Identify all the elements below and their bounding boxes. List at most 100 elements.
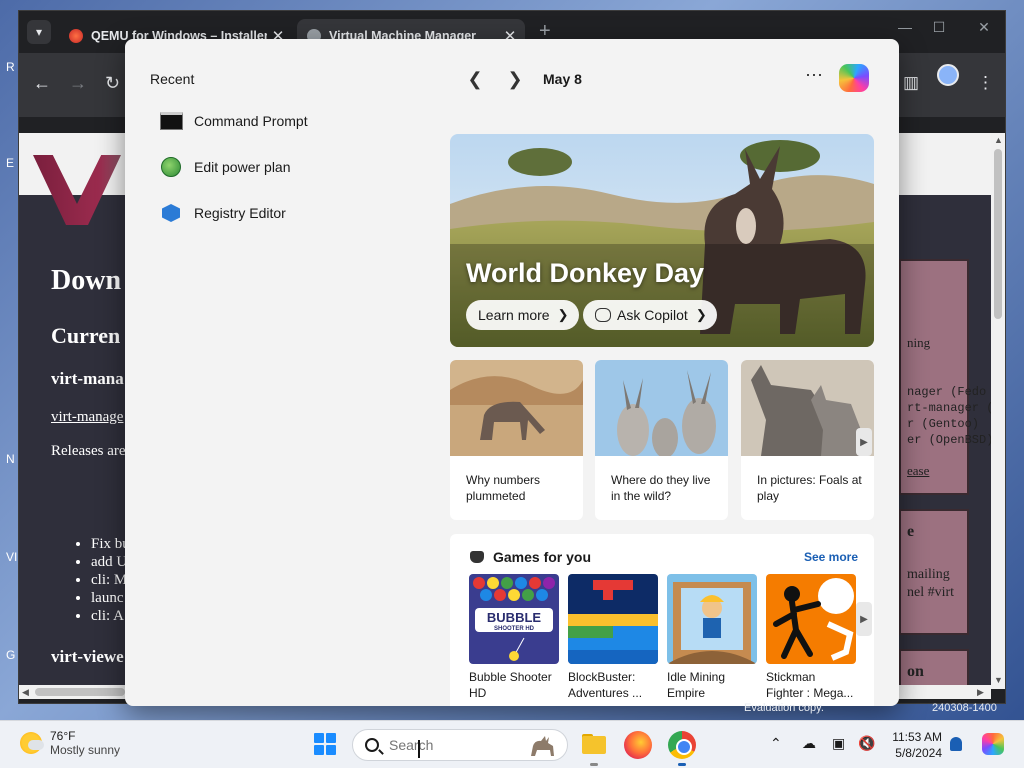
button-label: Ask Copilot [617,307,688,323]
sidebar-text: rt-manager (D [907,401,991,415]
recent-item-registry-editor[interactable]: Registry Editor [159,199,286,227]
sidebar-text: nel #virt [907,585,955,600]
chevron-down-icon: ▾ [35,25,43,39]
search-icon [365,738,379,752]
recent-item-label: Edit power plan [194,159,291,175]
notifications-bell-icon[interactable] [950,737,962,751]
profile-avatar-icon[interactable] [937,64,959,86]
tab-search-button[interactable]: ▾ [27,20,51,44]
chat-bubble-icon [595,308,611,322]
foals-image [741,360,874,456]
command-prompt-icon [159,109,183,133]
copilot-taskbar-icon[interactable] [982,733,1004,755]
sidebar-box: e mailing nel #virt [899,509,969,635]
bubble-logo-line2: SHOOTER HD [494,626,535,632]
subsection-heading: virt-viewe [51,647,124,666]
system-clock[interactable]: 11:53 AM 5/8/2024 [888,729,942,761]
back-button[interactable]: ← [33,73,51,94]
game-tile[interactable]: Stickman Fighter : Mega... [766,574,856,701]
chrome-icon[interactable] [668,731,696,759]
forward-button[interactable]: → [69,73,87,94]
desktop-icon-label[interactable]: R [6,60,15,74]
close-window-button[interactable]: ✕ [964,19,1004,36]
sidebar-text: nager (Fedo [907,385,987,399]
desktop-icon-label[interactable]: E [6,156,14,170]
weather-temperature: 76°F [50,729,76,743]
list-item: cli: M [91,571,130,589]
vertical-scrollbar[interactable]: ▲ ▼ [991,133,1005,689]
file-explorer-icon[interactable] [580,731,608,759]
display-icon[interactable]: ▣ [832,735,845,752]
donkey-grazing-image [450,360,583,456]
text-cursor-icon [418,740,420,758]
scrollbar-thumb[interactable] [994,149,1002,319]
start-button[interactable] [314,733,336,755]
scrollbar-thumb[interactable] [35,688,125,696]
game-name: Stickman Fighter : Mega... [766,670,854,700]
games-heading: Games for you [470,549,591,565]
chevron-right-icon[interactable]: ❯ [495,69,535,90]
desktop-icon-label[interactable]: G [6,648,15,662]
chevron-right-icon: ▶ [860,613,868,625]
recent-heading: Recent [150,71,195,87]
sidebar-heading: on [907,663,924,680]
scroll-down-icon[interactable]: ▼ [994,675,1003,685]
stickman-fighter-thumbnail [766,574,856,664]
date-navigation: ❮ ❯ May 8 [455,67,581,91]
desktop-icon-label[interactable]: VI [6,550,17,564]
game-tile[interactable]: BUBBLE SHOOTER HD Bubble Shooter HD [469,574,559,701]
scroll-left-icon[interactable]: ◀ [22,687,29,698]
browser-menu-button[interactable]: ⋮ [977,73,994,93]
desktop-icon-label[interactable]: N [6,452,15,466]
recent-item-command-prompt[interactable]: Command Prompt [159,107,308,135]
game-tile[interactable]: BlockBuster: Adventures ... [568,574,658,701]
volume-muted-icon[interactable]: 🔇 [858,735,875,752]
weather-condition: Mostly sunny [50,743,121,757]
recent-item-edit-power-plan[interactable]: Edit power plan [159,153,291,181]
ask-copilot-button[interactable]: Ask Copilot ❯ [583,300,717,330]
scroll-up-icon[interactable]: ▲ [994,135,1003,145]
more-options-button[interactable]: ⋯ [805,65,824,86]
hero-card[interactable]: World Donkey Day Learn more ❯ Ask Copilo… [450,134,874,347]
search-input[interactable] [389,737,509,753]
donkeys-group-image [595,360,728,456]
bubble-logo-line1: BUBBLE [487,610,541,625]
sidebar-text: r (Gentoo) [907,417,980,431]
next-cards-button[interactable]: ▶ [856,428,872,456]
release-link[interactable]: ease [907,463,929,479]
hero-title[interactable]: World Donkey Day [466,258,704,289]
firefox-icon[interactable] [624,731,652,759]
news-card[interactable]: Where do they live in the wild? [595,360,728,520]
section-heading: Curren [51,323,121,348]
see-more-link[interactable]: See more [804,550,858,564]
chevron-right-icon: ❯ [695,307,707,322]
game-name: BlockBuster: Adventures ... [568,670,643,700]
chevron-left-icon[interactable]: ❮ [455,69,495,90]
list-item: add U [91,553,130,571]
side-panel-button[interactable]: ▥ [903,73,919,93]
donkey-search-highlight-icon [531,736,554,756]
power-plan-icon [159,155,183,179]
game-name: Idle Mining Empire [667,670,726,700]
learn-more-button[interactable]: Learn more ❯ [466,300,579,330]
weather-widget[interactable]: 76°F Mostly sunny [20,729,120,757]
network-offline-icon[interactable]: ☁ [802,735,816,752]
next-games-button[interactable]: ▶ [856,602,872,636]
reload-button[interactable]: ↻ [105,73,120,94]
copilot-icon[interactable] [839,64,869,92]
sidebar-heading: e [907,523,915,540]
maximize-button[interactable]: ☐ [919,19,959,36]
sidebar-box: ning nager (Fedo rt-manager (D r (Gentoo… [899,259,991,495]
build-watermark: 240308-1400 [932,702,997,714]
qemu-favicon-icon [69,29,83,43]
release-link[interactable]: virt-manage [51,409,123,426]
show-hidden-icons-icon[interactable]: ⌃ [770,735,782,752]
scroll-right-icon[interactable]: ▶ [977,687,984,698]
subsection-heading: virt-mana [51,369,124,388]
taskbar-search[interactable] [352,729,568,761]
news-card[interactable]: Why numbers plummeted [450,360,583,520]
news-card[interactable]: In pictures: Foals at play [741,360,874,520]
game-tile[interactable]: Idle Mining Empire [667,574,757,701]
evaluation-watermark: Evaluation copy. [744,702,824,714]
game-controller-icon [470,551,484,563]
